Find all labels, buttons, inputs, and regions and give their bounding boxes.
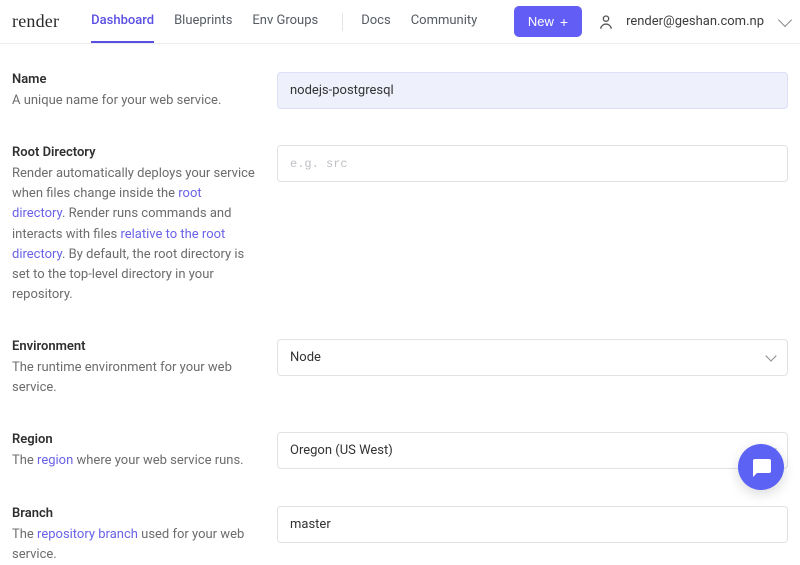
nav-docs[interactable]: Docs [361,0,390,43]
nav-community[interactable]: Community [411,0,478,43]
plus-icon: + [560,15,568,29]
root-dir-label: Root Directory [12,145,257,160]
name-input[interactable] [277,72,788,109]
field-name: Name A unique name for your web service. [12,72,788,111]
repository-branch-link[interactable]: repository branch [37,527,138,542]
region-desc: The region where your web service runs. [12,451,257,471]
branch-desc: The repository branch used for your web … [12,525,257,565]
environment-desc: The runtime environment for your web ser… [12,358,257,398]
field-branch: Branch The repository branch used for yo… [12,506,788,565]
environment-select[interactable]: Node [277,339,788,376]
primary-nav: Dashboard Blueprints Env Groups Docs Com… [91,0,497,43]
new-button-label: New [528,14,554,29]
nav-divider [342,13,343,31]
region-select[interactable]: Oregon (US West) [277,432,788,469]
environment-value: Node [290,350,321,365]
top-header: render Dashboard Blueprints Env Groups D… [0,0,800,44]
field-root-directory: Root Directory Render automatically depl… [12,145,788,305]
region-value: Oregon (US West) [290,443,393,458]
name-desc: A unique name for your web service. [12,91,257,111]
name-label: Name [12,72,257,87]
user-menu[interactable]: render@geshan.com.np [596,12,790,32]
branch-label: Branch [12,506,257,521]
user-icon [596,12,616,32]
root-dir-input[interactable] [277,145,788,182]
region-link[interactable]: region [37,453,73,468]
nav-env-groups[interactable]: Env Groups [252,0,318,43]
logo[interactable]: render [12,11,59,32]
nav-blueprints[interactable]: Blueprints [174,0,232,43]
chevron-down-icon [778,12,792,26]
form-content: Name A unique name for your web service.… [0,44,800,565]
environment-label: Environment [12,339,257,354]
field-environment: Environment The runtime environment for … [12,339,788,398]
branch-select[interactable]: master [277,506,788,543]
intercom-chat-button[interactable] [738,444,784,490]
new-button[interactable]: New + [514,6,582,37]
field-region: Region The region where your web service… [12,432,788,471]
branch-value: master [290,517,331,532]
header-right: New + render@geshan.com.np [514,6,790,37]
chat-icon [749,455,773,479]
root-dir-desc: Render automatically deploys your servic… [12,164,257,305]
chevron-down-icon [765,350,776,361]
user-email: render@geshan.com.np [626,14,764,29]
nav-dashboard[interactable]: Dashboard [91,0,154,43]
region-label: Region [12,432,257,447]
